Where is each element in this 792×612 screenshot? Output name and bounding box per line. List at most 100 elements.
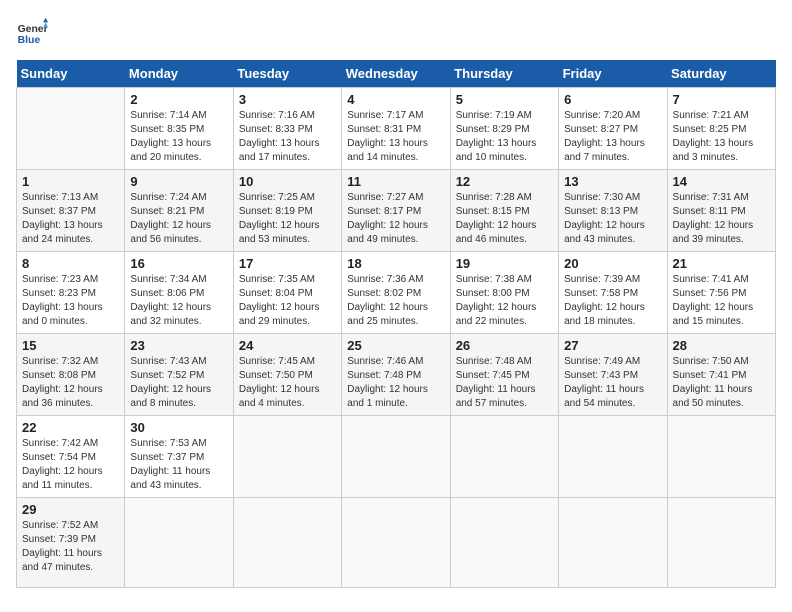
calendar-cell: 29Sunrise: 7:52 AMSunset: 7:39 PMDayligh… bbox=[17, 498, 125, 588]
day-info: Sunrise: 7:23 AMSunset: 8:23 PMDaylight:… bbox=[22, 273, 119, 329]
calendar-cell: 25 Sunrise: 7:46 AMSunset: 7:48 PMDayligh… bbox=[342, 334, 450, 416]
day-header-monday: Monday bbox=[125, 60, 233, 88]
day-info: Sunrise: 7:16 AMSunset: 8:33 PMDaylight:… bbox=[239, 109, 336, 165]
day-info: Sunrise: 7:30 AMSunset: 8:13 PMDaylight:… bbox=[564, 191, 661, 247]
day-info: Sunrise: 7:17 AMSunset: 8:31 PMDaylight:… bbox=[347, 109, 444, 165]
day-number: 18 bbox=[347, 256, 444, 271]
day-number: 20 bbox=[564, 256, 661, 271]
day-number: 13 bbox=[564, 174, 661, 189]
day-info: Sunrise: 7:20 AMSunset: 8:27 PMDaylight:… bbox=[564, 109, 661, 165]
day-info: Sunrise: 7:25 AMSunset: 8:19 PMDaylight:… bbox=[239, 191, 336, 247]
calendar-cell: 1 Sunrise: 7:13 AMSunset: 8:37 PMDaylight… bbox=[17, 170, 125, 252]
day-header-friday: Friday bbox=[559, 60, 667, 88]
calendar-cell: 17Sunrise: 7:35 AMSunset: 8:04 PMDayligh… bbox=[233, 252, 341, 334]
day-info: Sunrise: 7:28 AMSunset: 8:15 PMDaylight:… bbox=[456, 191, 553, 247]
calendar-week-3: 15 Sunrise: 7:32 AMSunset: 8:08 PMDayligh… bbox=[17, 334, 776, 416]
calendar-cell: 12 Sunrise: 7:28 AMSunset: 8:15 PMDayligh… bbox=[450, 170, 558, 252]
day-info: Sunrise: 7:34 AMSunset: 8:06 PMDaylight:… bbox=[130, 273, 227, 329]
calendar-cell bbox=[450, 416, 558, 498]
logo-icon: General Blue bbox=[16, 16, 48, 48]
calendar-cell: 27 Sunrise: 7:49 AMSunset: 7:43 PMDayligh… bbox=[559, 334, 667, 416]
day-number: 28 bbox=[673, 338, 770, 353]
day-info: Sunrise: 7:36 AMSunset: 8:02 PMDaylight:… bbox=[347, 273, 444, 329]
day-header-wednesday: Wednesday bbox=[342, 60, 450, 88]
day-info: Sunrise: 7:27 AMSunset: 8:17 PMDaylight:… bbox=[347, 191, 444, 247]
day-info: Sunrise: 7:32 AMSunset: 8:08 PMDaylight:… bbox=[22, 355, 119, 411]
calendar-cell: 30 Sunrise: 7:53 AMSunset: 7:37 PMDayligh… bbox=[125, 416, 233, 498]
day-info: Sunrise: 7:14 AMSunset: 8:35 PMDaylight:… bbox=[130, 109, 227, 165]
calendar-cell: 26 Sunrise: 7:48 AMSunset: 7:45 PMDayligh… bbox=[450, 334, 558, 416]
calendar-cell bbox=[17, 88, 125, 170]
day-number: 9 bbox=[130, 174, 227, 189]
calendar-cell: 18 Sunrise: 7:36 AMSunset: 8:02 PMDayligh… bbox=[342, 252, 450, 334]
calendar-cell bbox=[667, 416, 775, 498]
day-number: 14 bbox=[673, 174, 770, 189]
day-header-tuesday: Tuesday bbox=[233, 60, 341, 88]
day-number: 5 bbox=[456, 92, 553, 107]
day-header-thursday: Thursday bbox=[450, 60, 558, 88]
day-number: 23 bbox=[130, 338, 227, 353]
day-info: Sunrise: 7:53 AMSunset: 7:37 PMDaylight:… bbox=[130, 437, 227, 493]
calendar-cell: 3Sunrise: 7:16 AMSunset: 8:33 PMDaylight… bbox=[233, 88, 341, 170]
calendar-cell: 14 Sunrise: 7:31 AMSunset: 8:11 PMDayligh… bbox=[667, 170, 775, 252]
day-info: Sunrise: 7:46 AMSunset: 7:48 PMDaylight:… bbox=[347, 355, 444, 411]
day-number: 10 bbox=[239, 174, 336, 189]
svg-text:General: General bbox=[18, 24, 48, 35]
day-info: Sunrise: 7:19 AMSunset: 8:29 PMDaylight:… bbox=[456, 109, 553, 165]
day-number: 6 bbox=[564, 92, 661, 107]
day-number: 1 bbox=[22, 174, 119, 189]
calendar-cell: 4 Sunrise: 7:17 AMSunset: 8:31 PMDaylight… bbox=[342, 88, 450, 170]
calendar-cell: 13 Sunrise: 7:30 AMSunset: 8:13 PMDayligh… bbox=[559, 170, 667, 252]
calendar-week-1: 1 Sunrise: 7:13 AMSunset: 8:37 PMDaylight… bbox=[17, 170, 776, 252]
day-number: 8 bbox=[22, 256, 119, 271]
day-number: 21 bbox=[673, 256, 770, 271]
calendar-cell: 20 Sunrise: 7:39 AMSunset: 7:58 PMDayligh… bbox=[559, 252, 667, 334]
calendar-cell: 2 Sunrise: 7:14 AMSunset: 8:35 PMDaylight… bbox=[125, 88, 233, 170]
calendar-cell: 28 Sunrise: 7:50 AMSunset: 7:41 PMDayligh… bbox=[667, 334, 775, 416]
day-number: 4 bbox=[347, 92, 444, 107]
day-number: 17 bbox=[239, 256, 336, 271]
calendar-cell: 6 Sunrise: 7:20 AMSunset: 8:27 PMDaylight… bbox=[559, 88, 667, 170]
calendar-cell: 5 Sunrise: 7:19 AMSunset: 8:29 PMDaylight… bbox=[450, 88, 558, 170]
svg-text:Blue: Blue bbox=[18, 35, 41, 46]
day-number: 30 bbox=[130, 420, 227, 435]
calendar-cell: 24Sunrise: 7:45 AMSunset: 7:50 PMDayligh… bbox=[233, 334, 341, 416]
calendar-cell bbox=[667, 498, 775, 588]
day-number: 25 bbox=[347, 338, 444, 353]
calendar-cell bbox=[342, 498, 450, 588]
calendar-table: SundayMondayTuesdayWednesdayThursdayFrid… bbox=[16, 60, 776, 588]
page-header: General Blue bbox=[16, 16, 776, 48]
calendar-cell: 7 Sunrise: 7:21 AMSunset: 8:25 PMDaylight… bbox=[667, 88, 775, 170]
calendar-week-2: 8 Sunrise: 7:23 AMSunset: 8:23 PMDaylight… bbox=[17, 252, 776, 334]
day-info: Sunrise: 7:48 AMSunset: 7:45 PMDaylight:… bbox=[456, 355, 553, 411]
calendar-week-4: 22Sunrise: 7:42 AMSunset: 7:54 PMDayligh… bbox=[17, 416, 776, 498]
day-number: 27 bbox=[564, 338, 661, 353]
day-number: 2 bbox=[130, 92, 227, 107]
day-info: Sunrise: 7:31 AMSunset: 8:11 PMDaylight:… bbox=[673, 191, 770, 247]
day-number: 16 bbox=[130, 256, 227, 271]
day-info: Sunrise: 7:39 AMSunset: 7:58 PMDaylight:… bbox=[564, 273, 661, 329]
day-number: 15 bbox=[22, 338, 119, 353]
day-info: Sunrise: 7:45 AMSunset: 7:50 PMDaylight:… bbox=[239, 355, 336, 411]
day-number: 12 bbox=[456, 174, 553, 189]
calendar-cell bbox=[125, 498, 233, 588]
day-number: 29 bbox=[22, 502, 119, 517]
logo: General Blue bbox=[16, 16, 48, 48]
day-info: Sunrise: 7:43 AMSunset: 7:52 PMDaylight:… bbox=[130, 355, 227, 411]
day-number: 22 bbox=[22, 420, 119, 435]
calendar-cell: 21Sunrise: 7:41 AMSunset: 7:56 PMDayligh… bbox=[667, 252, 775, 334]
calendar-cell: 8 Sunrise: 7:23 AMSunset: 8:23 PMDaylight… bbox=[17, 252, 125, 334]
day-header-saturday: Saturday bbox=[667, 60, 775, 88]
calendar-cell: 9Sunrise: 7:24 AMSunset: 8:21 PMDaylight… bbox=[125, 170, 233, 252]
day-info: Sunrise: 7:49 AMSunset: 7:43 PMDaylight:… bbox=[564, 355, 661, 411]
calendar-cell bbox=[450, 498, 558, 588]
calendar-cell: 11 Sunrise: 7:27 AMSunset: 8:17 PMDayligh… bbox=[342, 170, 450, 252]
day-number: 11 bbox=[347, 174, 444, 189]
day-info: Sunrise: 7:13 AMSunset: 8:37 PMDaylight:… bbox=[22, 191, 119, 247]
day-info: Sunrise: 7:50 AMSunset: 7:41 PMDaylight:… bbox=[673, 355, 770, 411]
day-info: Sunrise: 7:21 AMSunset: 8:25 PMDaylight:… bbox=[673, 109, 770, 165]
calendar-week-5: 29Sunrise: 7:52 AMSunset: 7:39 PMDayligh… bbox=[17, 498, 776, 588]
calendar-cell bbox=[342, 416, 450, 498]
day-number: 7 bbox=[673, 92, 770, 107]
day-number: 26 bbox=[456, 338, 553, 353]
